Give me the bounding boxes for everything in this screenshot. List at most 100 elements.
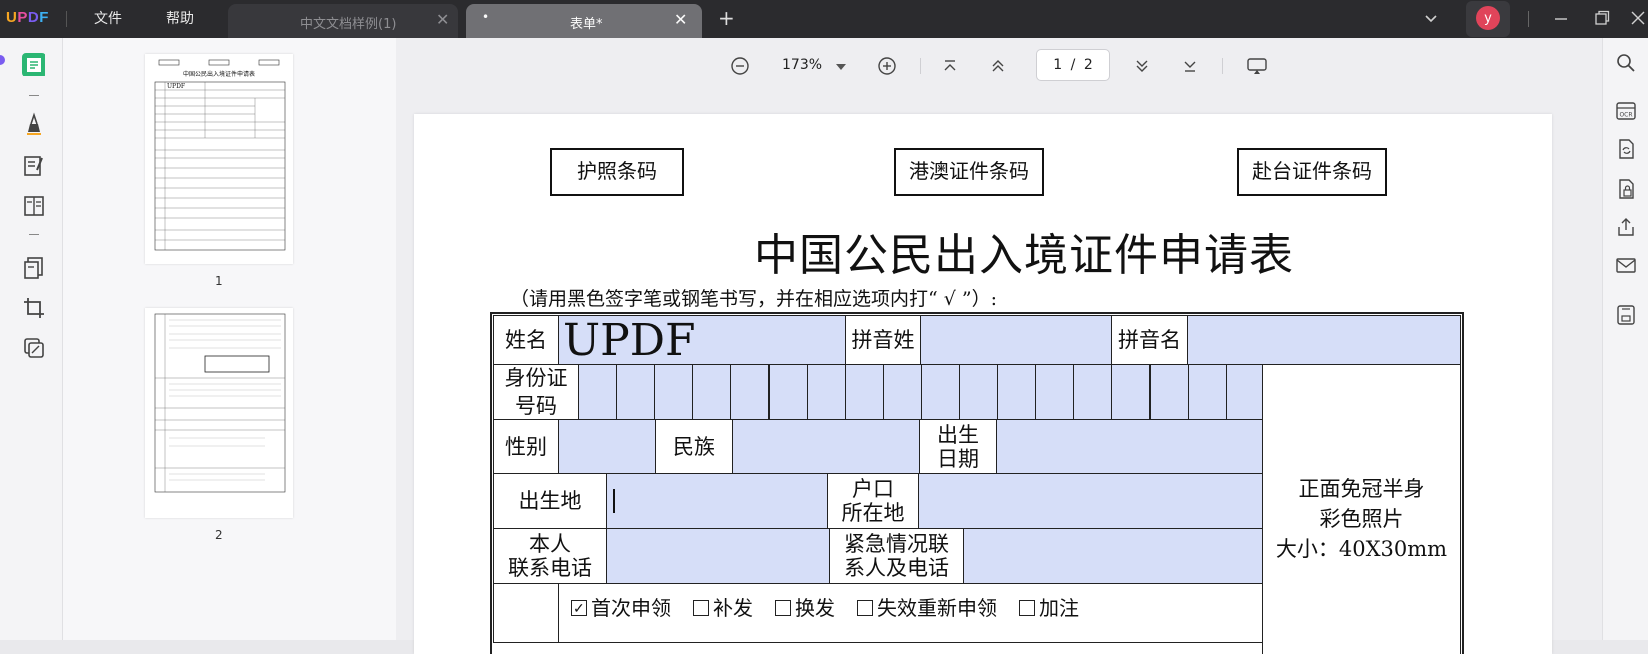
minimize-icon[interactable] <box>1553 11 1569 27</box>
id-digit-cell[interactable] <box>578 364 618 420</box>
menu-file[interactable]: 文件 <box>94 8 122 28</box>
id-digit-cell[interactable] <box>844 364 884 420</box>
menu-help[interactable]: 帮助 <box>166 8 194 28</box>
close-window-icon[interactable] <box>1630 10 1646 26</box>
ocr-icon[interactable]: OCR <box>1615 100 1637 122</box>
convert-icon[interactable] <box>1615 138 1637 160</box>
option-label: 首次申领 <box>591 596 671 620</box>
chevron-down-icon[interactable] <box>1424 12 1438 26</box>
layers-icon[interactable] <box>22 336 46 360</box>
last-page-icon[interactable] <box>1182 58 1198 74</box>
ethnicity-field[interactable] <box>732 419 920 474</box>
id-digit-cell[interactable] <box>882 364 922 420</box>
id-digit-cell[interactable] <box>997 364 1037 420</box>
zoom-in-icon[interactable] <box>877 56 897 76</box>
tab-document-sample[interactable]: 中文文档样例(1) ✕ <box>228 4 458 38</box>
page-thumbnail-1[interactable]: 中国公民出入境证件申请表 UPDF <box>145 54 293 264</box>
id-digit-cell[interactable] <box>1111 364 1151 420</box>
name-field[interactable]: UPDF <box>558 315 846 366</box>
protect-icon[interactable] <box>1615 178 1637 200</box>
divider <box>920 58 921 74</box>
id-digit-cell[interactable] <box>654 364 694 420</box>
id-digit-cell[interactable] <box>1187 364 1227 420</box>
svg-text:OCR: OCR <box>1619 112 1632 119</box>
id-digit-cell[interactable] <box>1035 364 1075 420</box>
tab-form[interactable]: • 表单* ✕ <box>466 4 702 38</box>
new-tab-plus-icon[interactable]: + <box>718 6 735 30</box>
avatar-container[interactable]: y <box>1466 1 1510 37</box>
current-page-input[interactable]: 1 <box>1053 57 1062 73</box>
pdf-page: 护照条码 港澳证件条码 赴台证件条码 中国公民出入境证件申请表 （请用黑色签字笔… <box>414 114 1552 654</box>
page-indicator[interactable]: 1 / 2 <box>1036 49 1110 81</box>
presentation-icon[interactable] <box>1246 56 1268 76</box>
id-digit-cell[interactable] <box>768 364 808 420</box>
first-page-icon[interactable] <box>942 58 958 74</box>
birthdate-field[interactable] <box>996 419 1263 474</box>
avatar[interactable]: y <box>1476 6 1500 30</box>
checkbox-renew[interactable] <box>775 600 791 616</box>
zoom-level[interactable]: 173% <box>782 57 822 73</box>
option-label: 加注 <box>1039 596 1079 620</box>
text-cursor <box>613 489 615 513</box>
checkbox-invalid-reapply[interactable] <box>857 600 873 616</box>
next-page-icon[interactable] <box>1134 58 1150 74</box>
pinyin-givenname-label: 拼音名 <box>1111 315 1188 365</box>
reader-icon[interactable] <box>21 52 45 76</box>
emergency-contact-label: 紧急情况联 系人及电话 <box>829 528 964 584</box>
tab-menu-icon[interactable]: • <box>482 10 489 24</box>
checkbox-endorsement[interactable] <box>1019 600 1035 616</box>
search-icon[interactable] <box>1615 52 1637 74</box>
share-icon[interactable] <box>1615 216 1637 238</box>
previous-page-icon[interactable] <box>990 58 1006 74</box>
document-viewer: 173% 1 / 2 护照条码 港澳证件条码 赴台证件条码 中国公民出入境证件申… <box>396 38 1602 654</box>
status-dot <box>0 55 5 65</box>
id-digit-cell[interactable] <box>1225 364 1265 420</box>
close-icon[interactable]: ✕ <box>674 10 687 29</box>
id-number-label: 身份证 号码 <box>493 364 579 420</box>
caret-down-icon[interactable] <box>836 64 846 70</box>
page-thumbnail-2[interactable] <box>145 308 293 518</box>
tab-label: 表单* <box>570 17 603 32</box>
checkbox-first-issue[interactable]: ✓ <box>571 600 587 617</box>
emergency-contact-field[interactable] <box>963 528 1263 584</box>
id-digit-cell[interactable] <box>730 364 770 420</box>
crop-icon[interactable] <box>22 296 46 320</box>
close-icon[interactable]: ✕ <box>436 10 449 29</box>
gender-field[interactable] <box>558 419 656 474</box>
form-icon[interactable] <box>22 194 46 218</box>
checkbox-reissue[interactable] <box>693 600 709 616</box>
birthplace-field[interactable] <box>606 473 828 529</box>
id-digit-cell[interactable] <box>1149 364 1189 420</box>
phone-field[interactable] <box>606 528 830 584</box>
divider <box>1528 11 1529 27</box>
title-bar: UPDF 文件 帮助 中文文档样例(1) ✕ • 表单* ✕ + y <box>0 0 1648 38</box>
id-digit-cell[interactable] <box>692 364 732 420</box>
total-pages: 2 <box>1083 57 1093 73</box>
restore-icon[interactable] <box>1594 10 1610 26</box>
pinyin-surname-label: 拼音姓 <box>845 315 921 365</box>
hk-macau-barcode-box: 港澳证件条码 <box>894 148 1044 196</box>
edit-text-icon[interactable] <box>22 154 46 178</box>
option-label: 换发 <box>795 596 835 620</box>
pinyin-givenname-field[interactable] <box>1187 315 1461 365</box>
pinyin-surname-field[interactable] <box>920 315 1112 365</box>
id-digit-cell[interactable] <box>806 364 846 420</box>
household-field[interactable] <box>918 473 1263 529</box>
mail-icon[interactable] <box>1615 254 1637 276</box>
organize-pages-icon[interactable] <box>22 256 46 280</box>
household-label: 户口 所在地 <box>827 473 919 529</box>
save-icon[interactable] <box>1615 304 1637 326</box>
divider <box>29 234 39 235</box>
phone-label: 本人 联系电话 <box>493 528 607 584</box>
id-digit-cell[interactable] <box>616 364 656 420</box>
thumbnail-preview: 中国公民出入境证件申请表 UPDF <box>154 59 286 251</box>
id-digit-cell[interactable] <box>1073 364 1113 420</box>
zoom-out-icon[interactable] <box>730 56 750 76</box>
tab-label: 中文文档样例(1) <box>300 17 397 32</box>
page-number-label: 2 <box>215 528 223 542</box>
thumbnail-name: UPDF <box>167 83 185 90</box>
id-digit-cell[interactable] <box>959 364 999 420</box>
id-digit-cell[interactable] <box>920 364 960 420</box>
right-toolbar: OCR <box>1602 38 1648 640</box>
highlighter-icon[interactable] <box>22 112 46 136</box>
